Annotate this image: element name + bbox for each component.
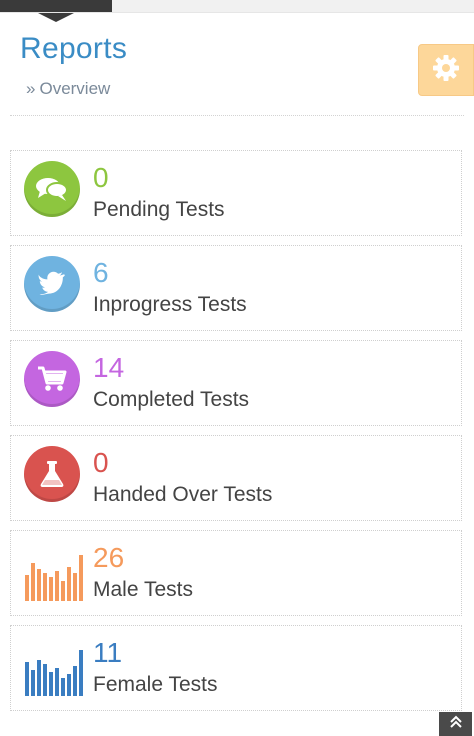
pending-tests-count: 0 [93,162,109,193]
top-divider [0,12,474,13]
double-chevron-up-icon [449,715,463,734]
active-nav-tab[interactable] [0,0,112,22]
inprogress-tests-label: Inprogress Tests [93,293,247,316]
stat-card-male[interactable]: 26 Male Tests [10,530,462,616]
stat-card-handed-over[interactable]: 0 Handed Over Tests [10,435,462,521]
bar-chart-icon [25,650,83,696]
stat-card-female[interactable]: 11 Female Tests [10,625,462,711]
gear-icon [431,53,461,88]
comments-icon [24,161,80,217]
flask-icon [24,446,80,502]
breadcrumb-overview[interactable]: Overview [39,79,110,98]
completed-tests-count: 14 [93,352,125,383]
male-tests-count: 26 [93,542,125,573]
cart-icon [24,351,80,407]
header-divider [10,115,464,116]
breadcrumb: » Overview [26,79,110,99]
stat-card-inprogress[interactable]: 6 Inprogress Tests [10,245,462,331]
handed-over-tests-label: Handed Over Tests [93,483,273,506]
stat-card-completed[interactable]: 14 Completed Tests [10,340,462,426]
scroll-to-top-button[interactable] [439,712,472,736]
settings-button[interactable] [418,44,474,96]
top-nav-bar [0,0,474,22]
stat-card-pending[interactable]: 0 Pending Tests [10,150,462,236]
completed-tests-label: Completed Tests [93,388,250,411]
twitter-icon [24,256,80,312]
female-tests-label: Female Tests [93,673,218,696]
page-title: Reports [20,32,128,65]
bar-chart-icon [25,555,83,601]
female-tests-count: 11 [93,637,123,668]
double-chevron-right-icon: » [26,79,36,98]
handed-over-tests-count: 0 [93,447,109,478]
male-tests-label: Male Tests [93,578,193,601]
pending-tests-label: Pending Tests [93,198,225,221]
inprogress-tests-count: 6 [93,257,109,288]
